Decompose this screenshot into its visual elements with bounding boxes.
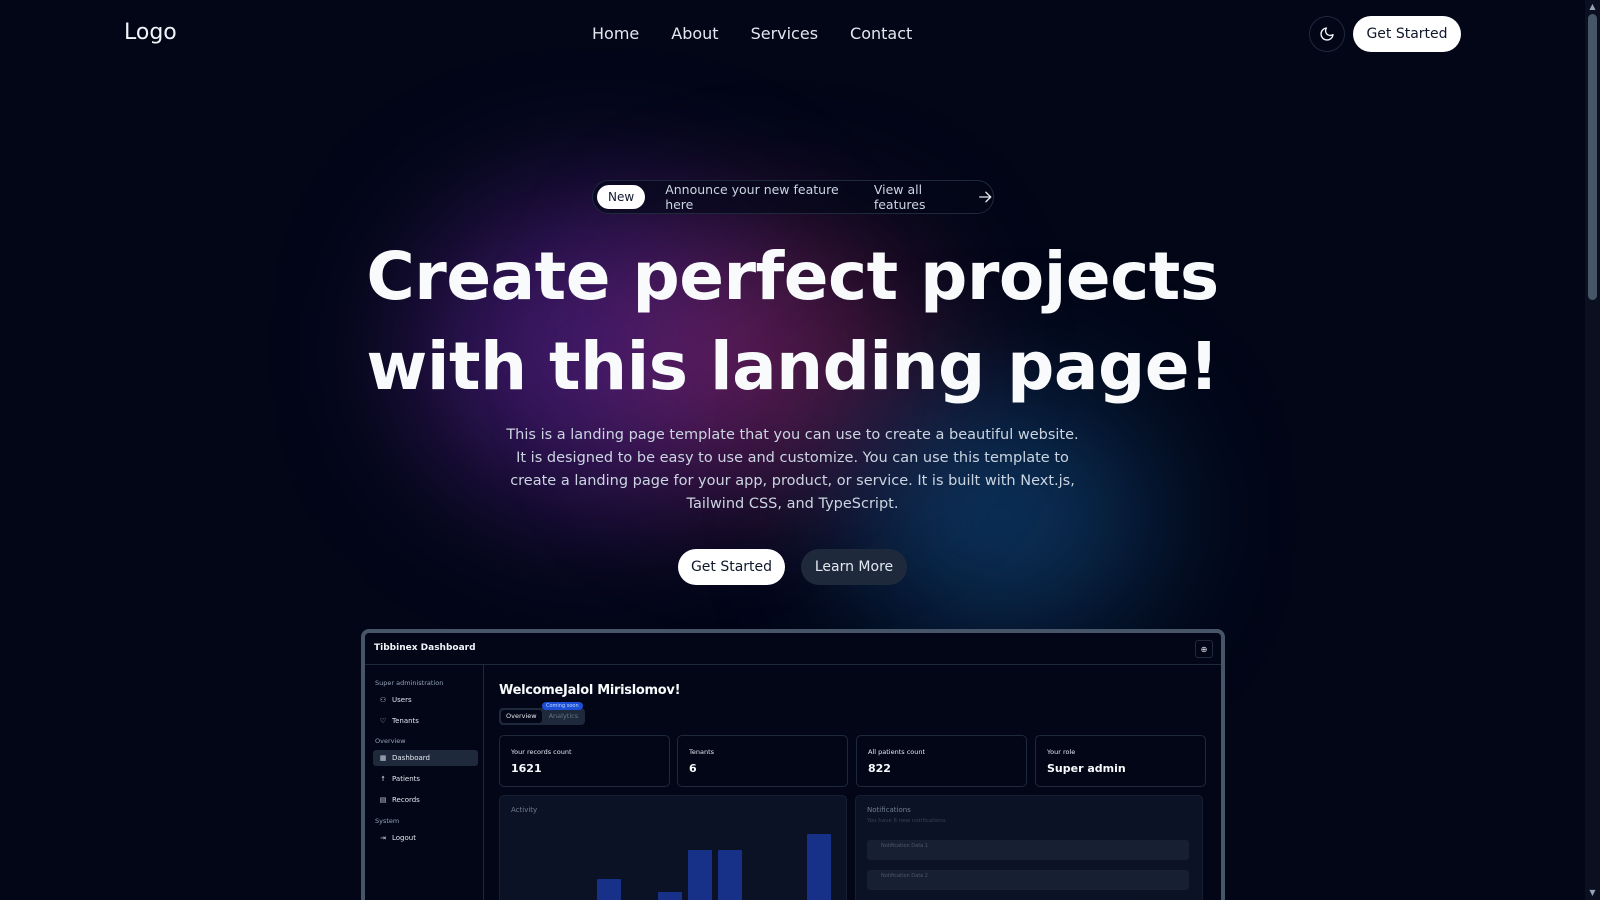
activity-bar <box>597 879 621 900</box>
notification-item: Notification Data 2 <box>867 870 1189 890</box>
stat-value: 1621 <box>511 762 542 775</box>
shield-icon: ♡ <box>379 717 387 725</box>
sidebar-item-tenants: ♡ Tenants <box>373 713 478 729</box>
activity-title: Activity <box>511 806 538 814</box>
logo[interactable]: Logo <box>124 20 177 45</box>
document-icon: ▤ <box>379 796 387 804</box>
tab-overview: Overview <box>501 710 542 723</box>
theme-toggle-button[interactable] <box>1309 16 1345 52</box>
nav-contact[interactable]: Contact <box>850 24 912 43</box>
users-icon: ⚇ <box>379 696 387 704</box>
hero-subtitle: This is a landing page template that you… <box>506 427 1079 512</box>
sidebar-item-patients: ☨ Patients <box>373 771 478 787</box>
scroll-up-arrow[interactable]: ▲ <box>1588 2 1597 12</box>
welcome-heading: WelcomeJalol Mirislomov! <box>499 683 681 698</box>
view-features-label: View all features <box>873 182 926 212</box>
stat-card-patients: All patients count 822 <box>856 735 1027 787</box>
nav-home[interactable]: Home <box>592 24 639 43</box>
activity-bar <box>718 850 742 900</box>
notification-text: Notification Data 2 <box>881 873 928 879</box>
dashboard-title: Tibbinex Dashboard <box>374 643 476 653</box>
activity-bar <box>658 892 682 900</box>
dashboard-main: WelcomeJalol Mirislomov! Overview Analyt… <box>484 665 1221 900</box>
notification-text: Notification Data 1 <box>881 843 928 849</box>
announcement-bar: New Announce your new feature here View … <box>592 180 994 214</box>
scroll-down-arrow[interactable]: ▼ <box>1588 888 1597 898</box>
nav-services[interactable]: Services <box>751 24 818 43</box>
notifications-subtitle: You have 6 new notifications <box>867 818 946 824</box>
grid-icon: ▦ <box>379 754 387 762</box>
globe-icon: ⊕ <box>1195 640 1213 658</box>
hero-learn-more-button[interactable]: Learn More <box>801 549 907 585</box>
arrow-right-icon <box>978 191 991 203</box>
sidebar-item-label: Tenants <box>392 717 419 725</box>
sidebar-item-label: Records <box>392 796 420 804</box>
dashboard-sidebar: Super administration ⚇ Users ♡ Tenants O… <box>365 665 484 900</box>
stat-card-tenants: Tenants 6 <box>677 735 848 787</box>
main-nav: Home About Services Contact <box>592 24 944 43</box>
sidebar-item-label: Dashboard <box>392 754 430 762</box>
moon-icon <box>1320 27 1334 41</box>
sidebar-item-dashboard: ▦ Dashboard <box>373 750 478 766</box>
view-features-link[interactable]: View all features <box>874 182 993 212</box>
sidebar-group-label: System <box>375 817 400 825</box>
notifications-panel: Notifications You have 6 new notificatio… <box>855 795 1203 900</box>
coming-soon-badge: Coming soon <box>542 702 583 710</box>
new-badge: New <box>597 185 646 209</box>
sidebar-item-logout: ⇥ Logout <box>373 830 478 846</box>
sidebar-group-label: Super administration <box>375 679 444 687</box>
activity-panel: Activity <box>499 795 847 900</box>
sidebar-item-records: ▤ Records <box>373 792 478 808</box>
page-scrollbar[interactable]: ▲ ▼ <box>1585 0 1600 900</box>
hero-title-line-1: Create perfect projects <box>366 238 1219 315</box>
stat-label: Tenants <box>689 748 715 756</box>
sidebar-item-label: Users <box>392 696 412 704</box>
stat-value: 822 <box>868 762 891 775</box>
tab-analytics: Analytics <box>548 712 579 720</box>
activity-bar <box>688 850 712 900</box>
site-header: Logo Home About Services Contact Get Sta… <box>0 0 1585 70</box>
stat-label: Your role <box>1047 748 1076 756</box>
stat-label: All patients count <box>868 748 926 756</box>
dashboard-tabs: Overview Analytics <box>499 708 586 725</box>
hero-title: Create perfect projects with this landin… <box>300 232 1285 412</box>
hero-title-line-2: with this landing page! <box>366 328 1219 405</box>
sidebar-item-users: ⚇ Users <box>373 692 478 708</box>
person-icon: ☨ <box>381 775 385 783</box>
announcement-text: Announce your new feature here <box>665 182 839 212</box>
dashboard-topbar: Tibbinex Dashboard ⊕ <box>365 633 1221 665</box>
dashboard-preview: Tibbinex Dashboard ⊕ Super administratio… <box>361 629 1225 900</box>
sidebar-item-label: Patients <box>392 775 421 783</box>
scroll-thumb[interactable] <box>1588 14 1597 300</box>
sidebar-item-label: Logout <box>392 834 416 842</box>
stat-label: Your records count <box>511 748 572 756</box>
sidebar-group-label: Overview <box>375 737 406 745</box>
stat-value: Super admin <box>1047 762 1126 775</box>
hero-get-started-button[interactable]: Get Started <box>678 549 785 585</box>
notification-item: Notification Data 1 <box>867 840 1189 860</box>
stat-value: 6 <box>689 762 697 775</box>
notifications-title: Notifications <box>867 806 911 814</box>
header-get-started-button[interactable]: Get Started <box>1353 16 1461 52</box>
stat-card-records: Your records count 1621 <box>499 735 670 787</box>
logout-icon: ⇥ <box>380 834 386 842</box>
activity-bar <box>807 834 831 900</box>
stat-card-role: Your role Super admin <box>1035 735 1206 787</box>
nav-about[interactable]: About <box>671 24 718 43</box>
